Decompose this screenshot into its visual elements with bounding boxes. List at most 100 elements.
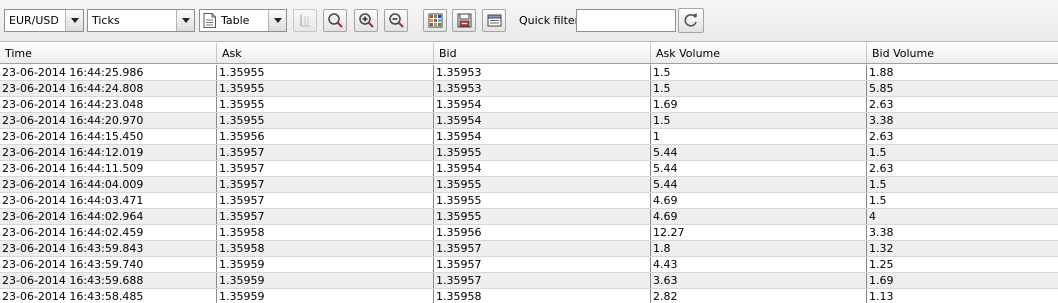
- column-header-bid[interactable]: Bid: [434, 43, 651, 63]
- table-cell: 1.35957: [434, 273, 651, 288]
- table-cell: 1.35957: [217, 193, 434, 208]
- historical-data-panel: EUR/USD Ticks Table Quick filter: Time A…: [0, 0, 1058, 303]
- grid-color-button[interactable]: [423, 9, 447, 32]
- table-cell: 1.35955: [434, 177, 651, 192]
- table-row[interactable]: 23-06-2014 16:44:02.964 1.35957 1.35955 4.6…: [0, 209, 1058, 225]
- table-cell: 5.44: [651, 177, 867, 192]
- table-row[interactable]: 23-06-2014 16:44:24.808 1.35955 1.35953 1.5…: [0, 81, 1058, 97]
- table-cell: 1.35954: [434, 161, 651, 176]
- table-cell: 1.35957: [217, 209, 434, 224]
- chevron-down-icon[interactable]: [176, 10, 194, 31]
- table-cell: 1.35955: [217, 65, 434, 80]
- table-cell: 3.38: [869, 114, 894, 127]
- table-cell: 23-06-2014 16:44:20.970: [0, 113, 217, 128]
- table-cell: 2.63: [869, 162, 894, 175]
- table-cell: 23-06-2014 16:43:59.740: [0, 257, 217, 272]
- table-cell: 1.69: [869, 274, 894, 287]
- table-row[interactable]: 23-06-2014 16:44:03.471 1.35957 1.35955 4.6…: [0, 193, 1058, 209]
- table-cell: 1.35957: [434, 241, 651, 256]
- table-cell: 23-06-2014 16:44:04.009: [0, 177, 217, 192]
- table-row[interactable]: 23-06-2014 16:44:04.009 1.35957 1.35955 5.4…: [0, 177, 1058, 193]
- column-header-ask-volume[interactable]: Ask Volume: [651, 43, 867, 63]
- table-cell: 23-06-2014 16:43:59.843: [0, 241, 217, 256]
- table-cell: 2.63: [869, 98, 894, 111]
- table-cell: 1: [651, 129, 867, 144]
- table-row[interactable]: 23-06-2014 16:43:59.740 1.35959 1.35957 4.4…: [0, 257, 1058, 273]
- table-row[interactable]: 23-06-2014 16:44:15.450 1.35956 1.35954 1 2.…: [0, 129, 1058, 145]
- table-cell: 23-06-2014 16:44:03.471: [0, 193, 217, 208]
- grid-color-icon: [428, 13, 443, 28]
- table-cell: 1.88: [869, 66, 894, 79]
- table-cell: 5.44: [651, 161, 867, 176]
- go-to-first-icon: [300, 15, 310, 27]
- table-row[interactable]: 23-06-2014 16:44:02.459 1.35958 1.35956 12.…: [0, 225, 1058, 241]
- zoom-out-button[interactable]: [384, 9, 408, 32]
- table-cell: 5.85: [869, 82, 894, 95]
- table-cell: 12.27: [651, 225, 867, 240]
- quick-filter-label: Quick filter:: [519, 14, 583, 27]
- table-cell: 1.35955: [434, 193, 651, 208]
- table-cell: 1.35958: [217, 241, 434, 256]
- table-cell: 23-06-2014 16:44:02.459: [0, 225, 217, 240]
- chevron-down-icon[interactable]: [268, 10, 286, 31]
- table-row[interactable]: 23-06-2014 16:44:12.019 1.35957 1.35955 5.4…: [0, 145, 1058, 161]
- table-cell: 1.13: [869, 290, 894, 303]
- table-cell: 23-06-2014 16:43:59.688: [0, 273, 217, 288]
- table-cell: 1.35955: [217, 81, 434, 96]
- table-cell: 1.35954: [434, 113, 651, 128]
- table-cell: 23-06-2014 16:44:12.019: [0, 145, 217, 160]
- view-mode-select[interactable]: Table: [199, 9, 287, 32]
- chevron-down-icon[interactable]: [65, 10, 83, 31]
- table-cell: 23-06-2014 16:44:02.964: [0, 209, 217, 224]
- zoom-reset-icon: [328, 13, 343, 28]
- table-cell: 23-06-2014 16:44:25.986: [0, 65, 217, 80]
- table-cell: 1.5: [651, 65, 867, 80]
- period-select[interactable]: Ticks: [87, 9, 195, 32]
- zoom-out-icon: [389, 13, 404, 28]
- table-row[interactable]: 23-06-2014 16:44:25.986 1.35955 1.35953 1.5…: [0, 65, 1058, 81]
- table-row[interactable]: 23-06-2014 16:44:20.970 1.35955 1.35954 1.5…: [0, 113, 1058, 129]
- export-button[interactable]: [452, 9, 476, 32]
- table-cell: 23-06-2014 16:44:11.509: [0, 161, 217, 176]
- table-cell: 4.69: [651, 209, 867, 224]
- table-cell: 1.35959: [217, 273, 434, 288]
- table-row[interactable]: 23-06-2014 16:43:59.688 1.35959 1.35957 3.6…: [0, 273, 1058, 289]
- ticks-table: Time Ask Bid Ask Volume Bid Volume 23-06…: [0, 43, 1058, 303]
- table-cell: 1.35959: [217, 257, 434, 272]
- refresh-icon: [684, 13, 697, 27]
- table-cell: 1.35955: [217, 97, 434, 112]
- table-cell: 4.69: [651, 193, 867, 208]
- column-header-ask[interactable]: Ask: [217, 43, 434, 63]
- table-cell: 23-06-2014 16:44:23.048: [0, 97, 217, 112]
- table-cell: 1.25: [869, 258, 894, 271]
- table-cell: 1.35954: [434, 129, 651, 144]
- table-row[interactable]: 23-06-2014 16:43:58.485 1.35959 1.35958 2.8…: [0, 289, 1058, 303]
- table-cell: 23-06-2014 16:44:15.450: [0, 129, 217, 144]
- table-header: Time Ask Bid Ask Volume Bid Volume: [0, 43, 1058, 64]
- table-cell: 1.8: [651, 241, 867, 256]
- table-row[interactable]: 23-06-2014 16:44:23.048 1.35955 1.35954 1.6…: [0, 97, 1058, 113]
- table-cell: 4: [869, 210, 876, 223]
- table-settings-button[interactable]: [482, 9, 506, 32]
- table-cell: 1.35955: [217, 113, 434, 128]
- table-cell: 1.35955: [434, 209, 651, 224]
- zoom-in-button[interactable]: [354, 9, 378, 32]
- table-row[interactable]: 23-06-2014 16:44:11.509 1.35957 1.35954 5.4…: [0, 161, 1058, 177]
- instrument-select[interactable]: EUR/USD: [4, 9, 84, 32]
- table-cell: 1.35954: [434, 97, 651, 112]
- instrument-value: EUR/USD: [9, 14, 59, 27]
- table-cell: 23-06-2014 16:43:58.485: [0, 289, 217, 303]
- column-header-time[interactable]: Time: [0, 43, 217, 63]
- table-cell: 1.5: [869, 194, 887, 207]
- table-cell: 1.35958: [434, 289, 651, 303]
- table-settings-icon: [487, 14, 502, 27]
- table-cell: 4.43: [651, 257, 867, 272]
- refresh-button[interactable]: [678, 8, 704, 33]
- table-cell: 1.35957: [217, 145, 434, 160]
- table-row[interactable]: 23-06-2014 16:43:59.843 1.35958 1.35957 1.8…: [0, 241, 1058, 257]
- quick-filter-input[interactable]: [576, 9, 676, 32]
- go-to-first-button[interactable]: [293, 9, 317, 32]
- column-header-bid-volume[interactable]: Bid Volume: [867, 43, 1058, 63]
- zoom-reset-button[interactable]: [323, 9, 347, 32]
- table-cell: 1.35959: [217, 289, 434, 303]
